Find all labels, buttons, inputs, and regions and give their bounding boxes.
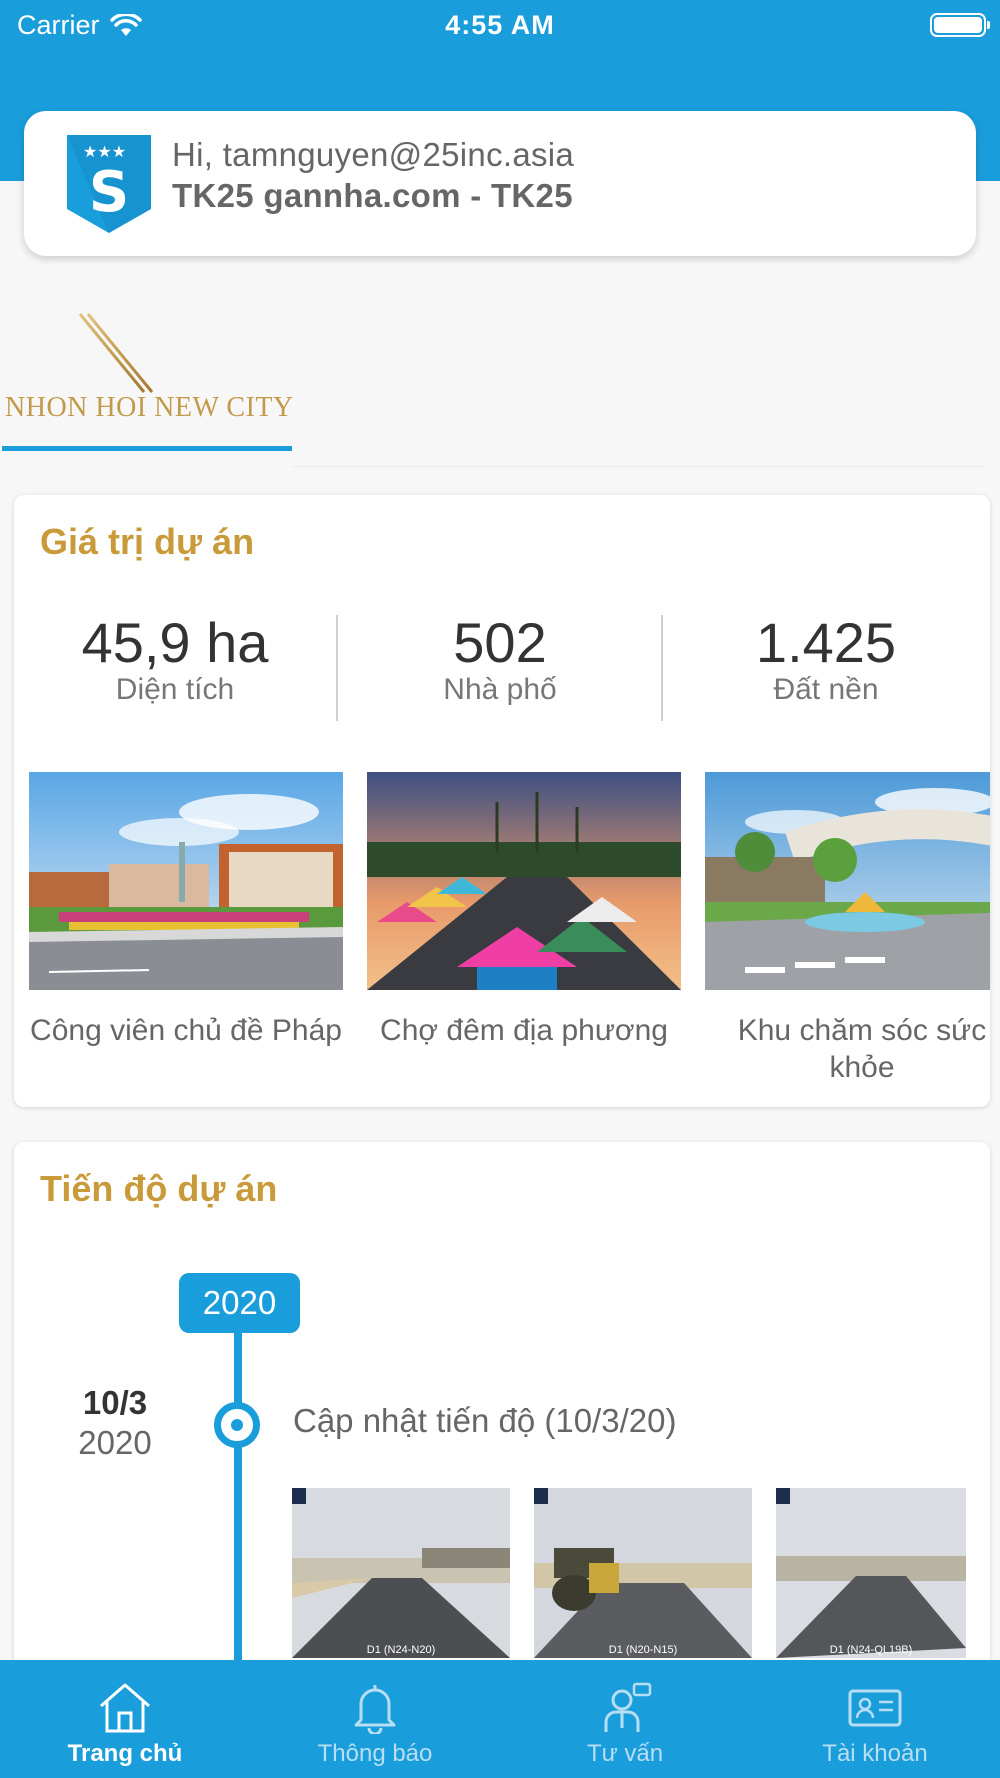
feature-french-park[interactable]: Công viên chủ đề Pháp — [29, 772, 343, 1049]
timeline-line — [234, 1318, 242, 1663]
stat-area: 45,9 ha Diện tích — [25, 610, 325, 707]
feature-caption: Công viên chủ đề Pháp — [30, 1014, 342, 1047]
project-progress-title: Tiến độ dự án — [40, 1168, 278, 1209]
status-bar: Carrier 4:55 AM — [0, 0, 1000, 52]
timeline-dot — [214, 1402, 260, 1448]
nav-label: Tư vấn — [586, 1740, 664, 1767]
timeline-year-pill: 2020 — [179, 1273, 300, 1333]
active-tab-underline — [2, 446, 292, 451]
timeline-entry-date: 10/3 2020 — [60, 1384, 170, 1462]
svg-text:★★★: ★★★ — [83, 142, 126, 161]
progress-photo[interactable]: D1 (N24-N20) — [292, 1488, 510, 1658]
stat-divider — [661, 615, 663, 721]
user-company: TK25 gannha.com - TK25 — [172, 177, 573, 214]
status-time: 4:55 AM — [445, 10, 555, 40]
nav-consult[interactable]: Tư vấn — [500, 1660, 750, 1778]
nav-home[interactable]: Trang chủ — [0, 1660, 250, 1778]
brand-name: NHON HOI NEW CITY — [5, 392, 294, 423]
feature-night-market[interactable]: Chợ đêm địa phương — [367, 772, 681, 1049]
stat-townhouses: 502 Nhà phố — [350, 610, 650, 707]
nav-notifications[interactable]: Thông báo — [250, 1660, 500, 1778]
photo-tag: D1 (N24-QL19B) — [829, 1644, 913, 1656]
photo-tag: D1 (N20-N15) — [608, 1644, 678, 1656]
feature-health-care-caption: Khu chăm sóc sức khỏe — [705, 772, 1000, 1086]
shield-badge-icon: ★★★ S — [67, 135, 151, 233]
battery-icon — [930, 13, 990, 37]
stat-label: Diện tích — [115, 673, 235, 706]
user-card[interactable]: ★★★ S Hi, tamnguyen@25inc.asia TK25 gann… — [24, 111, 976, 256]
stat-divider — [336, 615, 338, 721]
feature-caption: Chợ đêm địa phương — [380, 1014, 668, 1047]
user-greeting: Hi, tamnguyen@25inc.asia — [172, 136, 575, 173]
photo-tag: D1 (N24-N20) — [366, 1644, 436, 1656]
nav-label: Trang chủ — [67, 1740, 183, 1767]
home-icon — [100, 1683, 150, 1733]
stat-value: 502 — [453, 611, 547, 674]
project-value-title: Giá trị dự án — [40, 521, 255, 562]
stat-value: 1.425 — [755, 611, 897, 674]
bottom-nav: Trang chủ Thông báo Tư vấn Tài khoản — [0, 1660, 1000, 1778]
stat-label: Đất nền — [773, 673, 879, 706]
bell-icon — [354, 1685, 396, 1734]
project-tab-nhon-hoi[interactable]: NHON HOI NEW CITY — [0, 300, 984, 467]
feature-image — [29, 772, 343, 990]
nh-monogram-logo — [70, 310, 230, 393]
feature-caption: Khu chăm sóc sức khỏe — [737, 1014, 987, 1084]
progress-photo[interactable]: D1 (N24-QL19B) — [776, 1488, 966, 1658]
consultant-icon — [604, 1682, 652, 1732]
account-card-icon — [848, 1689, 902, 1727]
entry-year: 2020 — [78, 1424, 152, 1461]
nav-label: Thông báo — [317, 1740, 433, 1767]
progress-photo[interactable]: D1 (N20-N15) — [534, 1488, 752, 1658]
stat-label: Nhà phố — [443, 673, 557, 706]
timeline-entry-title[interactable]: Cập nhật tiến độ (10/3/20) — [293, 1402, 676, 1440]
nav-label: Tài khoản — [822, 1740, 928, 1767]
feature-image — [367, 772, 681, 990]
stat-value: 45,9 ha — [81, 611, 269, 674]
stat-land-lots: 1.425 Đất nền — [676, 610, 976, 707]
tab-divider — [292, 466, 984, 467]
nav-account[interactable]: Tài khoản — [750, 1660, 1000, 1778]
badge-letter: S — [89, 160, 129, 225]
entry-day: 10/3 — [82, 1384, 148, 1421]
